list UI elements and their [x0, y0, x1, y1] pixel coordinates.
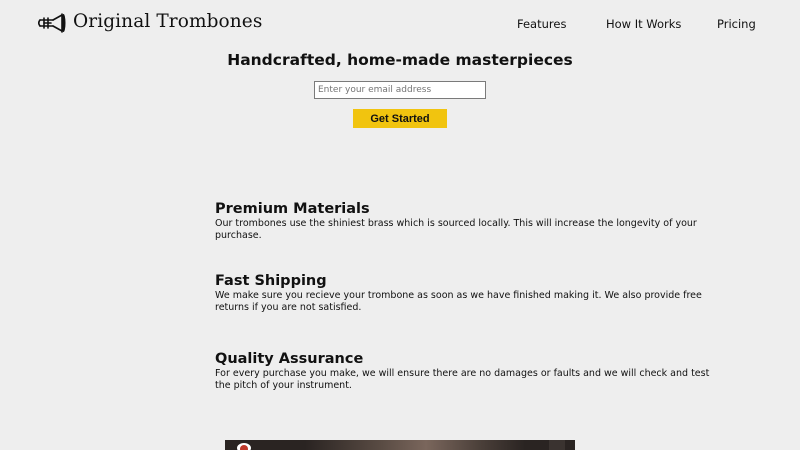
feature-fast-shipping: Fast Shipping We make sure you recieve y… — [215, 272, 715, 314]
feature-description: Our trombones use the shiniest brass whi… — [215, 218, 697, 241]
feature-description: We make sure you recieve your trombone a… — [215, 290, 702, 313]
feature-premium-materials: Premium Materials Our trombones use the … — [215, 200, 715, 242]
get-started-button[interactable]: Get Started — [353, 109, 447, 128]
nav-link-pricing[interactable]: Pricing — [717, 16, 756, 32]
hero-title: Handcrafted, home-made masterpieces — [227, 51, 573, 69]
email-input[interactable] — [314, 81, 486, 99]
nav-link-how-it-works[interactable]: How It Works — [606, 16, 681, 32]
feature-title: Fast Shipping — [215, 273, 327, 289]
video-thumbnail — [305, 440, 525, 450]
feature-quality-assurance: Quality Assurance For every purchase you… — [215, 350, 715, 392]
site-header: Original Trombones Features How It Works… — [0, 0, 800, 46]
feature-title: Premium Materials — [215, 201, 370, 217]
video-embed[interactable] — [225, 440, 575, 450]
channel-avatar-icon — [237, 443, 251, 450]
main-nav: Features How It Works Pricing — [0, 16, 800, 34]
nav-link-features[interactable]: Features — [517, 16, 566, 32]
feature-description: For every purchase you make, we will ens… — [215, 368, 710, 391]
video-control-icon — [549, 440, 565, 450]
feature-title: Quality Assurance — [215, 351, 364, 367]
